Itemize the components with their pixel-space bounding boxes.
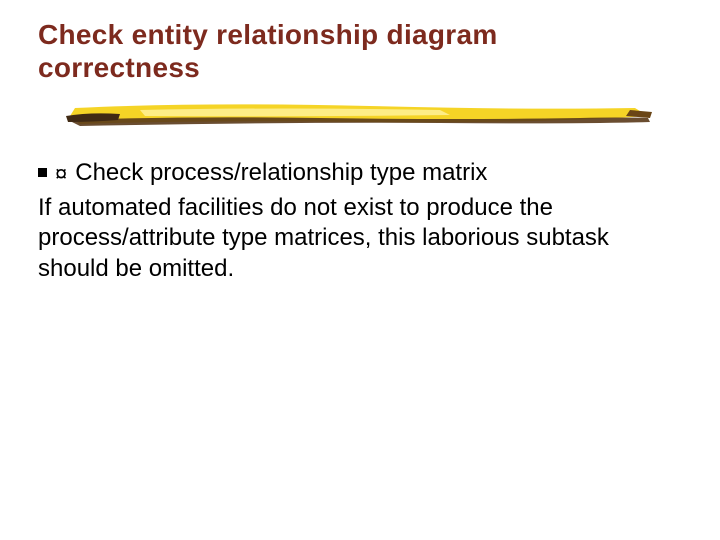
bullet-item: ¤ Check process/relationship type matrix: [38, 158, 658, 189]
bullet-text: Check process/relationship type matrix: [75, 158, 658, 189]
body-text: ¤ Check process/relationship type matrix…: [38, 158, 658, 285]
divider-brushstroke: [20, 102, 655, 130]
currency-bullet-icon: ¤: [55, 159, 67, 189]
square-bullet-icon: [38, 168, 47, 177]
slide: Check entity relationship diagram correc…: [0, 0, 720, 540]
slide-title: Check entity relationship diagram correc…: [38, 18, 658, 84]
paragraph-text: If automated facilities do not exist to …: [38, 193, 658, 285]
